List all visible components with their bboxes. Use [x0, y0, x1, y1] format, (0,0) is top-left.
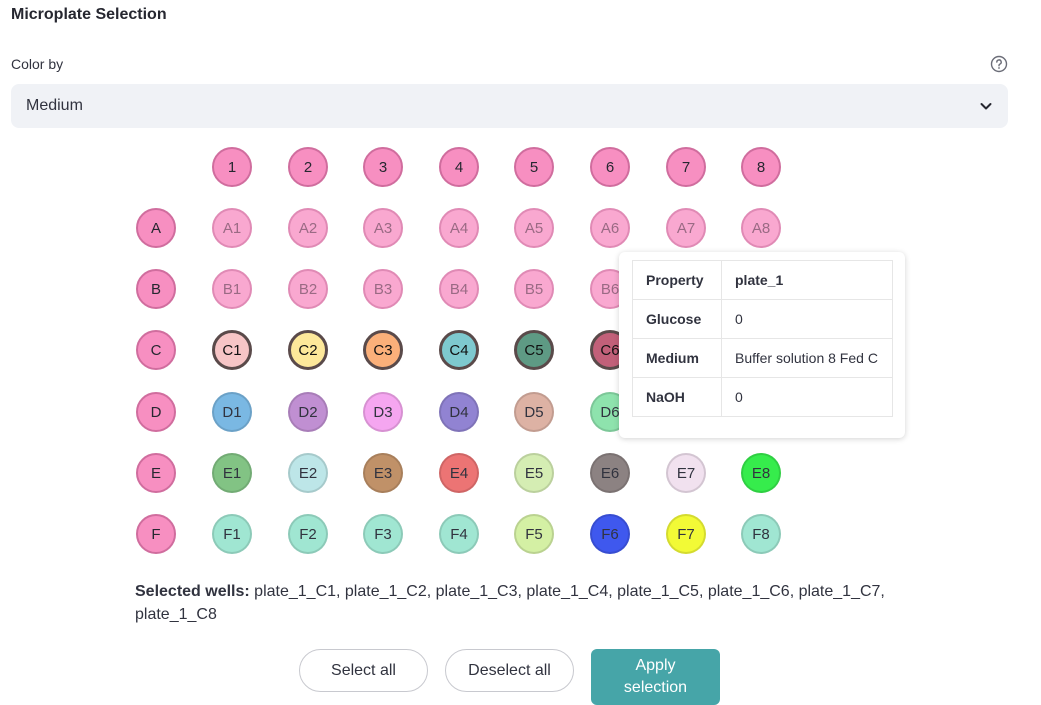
well-F6[interactable]: F6 — [590, 514, 630, 554]
well-C5[interactable]: C5 — [514, 330, 554, 370]
chevron-down-icon — [980, 103, 992, 110]
well-E5[interactable]: E5 — [514, 453, 554, 493]
well-E1[interactable]: E1 — [212, 453, 252, 493]
well-E7[interactable]: E7 — [666, 453, 706, 493]
tooltip-key: Property — [632, 260, 722, 300]
well-E8[interactable]: E8 — [741, 453, 781, 493]
tooltip-row: NaOH 0 — [632, 377, 893, 417]
well-E4[interactable]: E4 — [439, 453, 479, 493]
page-title: Microplate Selection — [11, 6, 167, 23]
selected-wells-label: Selected wells: — [135, 583, 250, 600]
well-E6[interactable]: E6 — [590, 453, 630, 493]
tooltip-value: Buffer solution 8 Fed C — [721, 338, 893, 378]
row-header-B[interactable]: B — [136, 269, 176, 309]
well-D2[interactable]: D2 — [288, 392, 328, 432]
well-F4[interactable]: F4 — [439, 514, 479, 554]
well-D1[interactable]: D1 — [212, 392, 252, 432]
well-tooltip: Property plate_1 Glucose 0 Medium Buffer solu… — [619, 252, 905, 438]
tooltip-value: plate_1 — [721, 260, 893, 300]
well-B5[interactable]: B5 — [514, 269, 554, 309]
well-B2[interactable]: B2 — [288, 269, 328, 309]
well-A3[interactable]: A3 — [363, 208, 403, 248]
apply-selection-label-line1: Apply — [635, 657, 676, 674]
selected-wells-text: Selected wells: plate_1_C1, plate_1_C2, … — [135, 580, 895, 626]
tooltip-row: Glucose 0 — [632, 299, 893, 339]
well-A7[interactable]: A7 — [666, 208, 706, 248]
column-header-5[interactable]: 5 — [514, 147, 554, 187]
apply-selection-button[interactable]: Apply selection — [591, 649, 720, 705]
well-D4[interactable]: D4 — [439, 392, 479, 432]
column-header-4[interactable]: 4 — [439, 147, 479, 187]
well-A5[interactable]: A5 — [514, 208, 554, 248]
column-header-7[interactable]: 7 — [666, 147, 706, 187]
well-C3[interactable]: C3 — [363, 330, 403, 370]
well-C1[interactable]: C1 — [212, 330, 252, 370]
well-E3[interactable]: E3 — [363, 453, 403, 493]
well-B4[interactable]: B4 — [439, 269, 479, 309]
well-A8[interactable]: A8 — [741, 208, 781, 248]
tooltip-row: Property plate_1 — [632, 260, 893, 300]
tooltip-key: NaOH — [632, 377, 722, 417]
well-A1[interactable]: A1 — [212, 208, 252, 248]
row-header-E[interactable]: E — [136, 453, 176, 493]
well-F2[interactable]: F2 — [288, 514, 328, 554]
well-C2[interactable]: C2 — [288, 330, 328, 370]
row-header-F[interactable]: F — [136, 514, 176, 554]
well-E2[interactable]: E2 — [288, 453, 328, 493]
help-icon[interactable] — [990, 55, 1008, 73]
column-header-1[interactable]: 1 — [212, 147, 252, 187]
select-all-button[interactable]: Select all — [299, 649, 428, 692]
column-header-6[interactable]: 6 — [590, 147, 630, 187]
tooltip-key: Glucose — [632, 299, 722, 339]
well-A2[interactable]: A2 — [288, 208, 328, 248]
well-B3[interactable]: B3 — [363, 269, 403, 309]
well-F8[interactable]: F8 — [741, 514, 781, 554]
well-F1[interactable]: F1 — [212, 514, 252, 554]
well-A6[interactable]: A6 — [590, 208, 630, 248]
color-by-selected-value: Medium — [26, 97, 83, 114]
well-A4[interactable]: A4 — [439, 208, 479, 248]
well-F3[interactable]: F3 — [363, 514, 403, 554]
row-header-A[interactable]: A — [136, 208, 176, 248]
column-header-3[interactable]: 3 — [363, 147, 403, 187]
tooltip-table: Property plate_1 Glucose 0 Medium Buffer solu… — [632, 260, 893, 417]
row-header-C[interactable]: C — [136, 330, 176, 370]
well-D5[interactable]: D5 — [514, 392, 554, 432]
tooltip-row: Medium Buffer solution 8 Fed C — [632, 338, 893, 378]
row-header-D[interactable]: D — [136, 392, 176, 432]
well-D3[interactable]: D3 — [363, 392, 403, 432]
tooltip-value: 0 — [721, 377, 893, 417]
well-F5[interactable]: F5 — [514, 514, 554, 554]
apply-selection-label-line2: selection — [623, 679, 688, 696]
well-F7[interactable]: F7 — [666, 514, 706, 554]
tooltip-key: Medium — [632, 338, 722, 378]
color-by-select[interactable]: Medium — [11, 84, 1008, 128]
tooltip-value: 0 — [721, 299, 893, 339]
well-B1[interactable]: B1 — [212, 269, 252, 309]
well-C4[interactable]: C4 — [439, 330, 479, 370]
column-header-8[interactable]: 8 — [741, 147, 781, 187]
deselect-all-button[interactable]: Deselect all — [445, 649, 574, 692]
column-header-2[interactable]: 2 — [288, 147, 328, 187]
color-by-label: Color by — [11, 56, 64, 72]
